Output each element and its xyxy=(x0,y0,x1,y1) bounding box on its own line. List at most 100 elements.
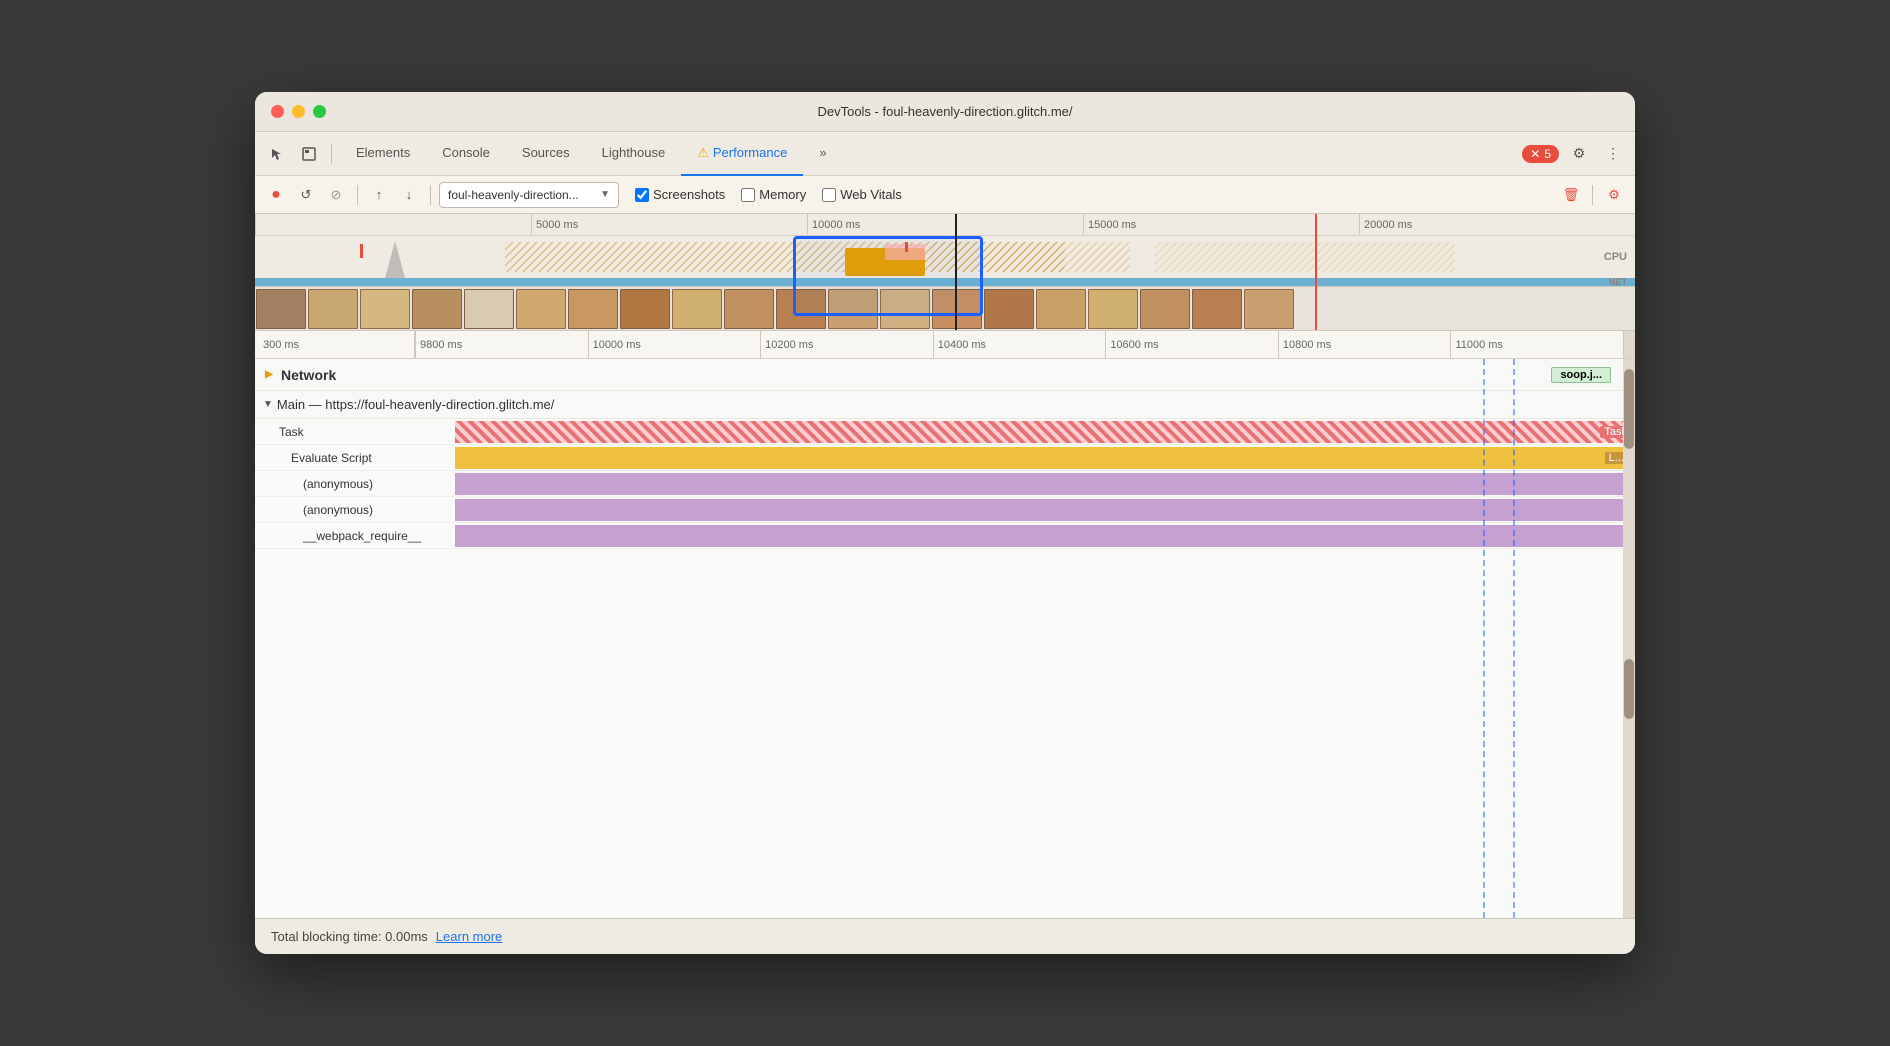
network-label: Network xyxy=(281,367,336,383)
tab-elements[interactable]: Elements xyxy=(340,132,426,176)
gear-icon[interactable]: ⚙ xyxy=(1601,182,1627,208)
download-button[interactable]: ↓ xyxy=(396,182,422,208)
toolbar-right: ✕ 5 ⚙ ⋮ xyxy=(1522,140,1627,168)
web-vitals-checkbox[interactable]: Web Vitals xyxy=(822,187,902,202)
screenshot-thumb xyxy=(1088,289,1138,329)
timeline-overview: 5000 ms 10000 ms 15000 ms 20000 ms CPU xyxy=(255,214,1635,331)
screenshot-thumb xyxy=(1244,289,1294,329)
net-bar: NET xyxy=(255,278,1635,286)
upload-button[interactable]: ↑ xyxy=(366,182,392,208)
flame-chart: ▶ Network soop.j... ▼ Main — https://fou… xyxy=(255,359,1635,918)
flame-row-anon1: (anonymous) xyxy=(255,471,1635,497)
scrollbar-thumb2[interactable] xyxy=(1624,659,1634,719)
tab-lighthouse[interactable]: Lighthouse xyxy=(586,132,682,176)
screenshot-strip xyxy=(255,286,1635,330)
dropdown-icon: ▼ xyxy=(600,189,610,200)
screenshot-thumb xyxy=(620,289,670,329)
maximize-button[interactable] xyxy=(313,105,326,118)
divider2 xyxy=(357,185,358,205)
url-selector[interactable]: foul-heavenly-direction... ▼ xyxy=(439,182,619,208)
anon2-label: (anonymous) xyxy=(255,503,455,517)
tab-sources[interactable]: Sources xyxy=(506,132,586,176)
scrollbar-area[interactable] xyxy=(1623,331,1635,358)
network-badge: soop.j... xyxy=(1551,367,1611,383)
tab-console[interactable]: Console xyxy=(426,132,506,176)
reload-button[interactable]: ↺ xyxy=(293,182,319,208)
screenshot-thumb xyxy=(568,289,618,329)
task-label: Task xyxy=(255,425,455,439)
webpack-label: __webpack_require__ xyxy=(255,529,455,543)
main-toggle-icon[interactable]: ▼ xyxy=(263,399,273,410)
detail-mark-4: 10600 ms xyxy=(1105,331,1278,358)
screenshot-thumb xyxy=(984,289,1034,329)
settings-button[interactable]: ⚙ xyxy=(1565,140,1593,168)
cpu-chart xyxy=(255,236,1635,278)
anon2-bar[interactable] xyxy=(455,499,1635,521)
devtools-window: DevTools - foul-heavenly-direction.glitc… xyxy=(255,92,1635,954)
detail-mark-5: 10800 ms xyxy=(1278,331,1451,358)
detail-ruler: 300 ms 9800 ms 10000 ms 10200 ms 10400 m… xyxy=(255,331,1635,359)
screenshot-thumb xyxy=(724,289,774,329)
screenshot-thumb xyxy=(932,289,982,329)
detail-mark-6: 11000 ms xyxy=(1450,331,1623,358)
evaluate-label: Evaluate Script xyxy=(255,451,455,465)
minimize-button[interactable] xyxy=(292,105,305,118)
timeline-ruler: 5000 ms 10000 ms 15000 ms 20000 ms xyxy=(255,214,1635,236)
flame-row-webpack: __webpack_require__ xyxy=(255,523,1635,549)
detail-mark-2: 10200 ms xyxy=(760,331,933,358)
screenshot-thumb xyxy=(464,289,514,329)
tab-performance[interactable]: ⚠ Performance xyxy=(681,132,803,176)
screenshots-checkbox[interactable]: Screenshots xyxy=(635,187,725,202)
task-bar[interactable]: Task xyxy=(455,421,1635,443)
screenshot-thumb xyxy=(412,289,462,329)
ruler-mark-1: 5000 ms xyxy=(536,219,578,231)
close-circle-icon: ✕ xyxy=(1530,147,1540,161)
detail-start-mark: 300 ms xyxy=(255,331,415,358)
main-content: 5000 ms 10000 ms 15000 ms 20000 ms CPU xyxy=(255,214,1635,954)
flame-row-task: Task Task xyxy=(255,419,1635,445)
tab-bar: Elements Console Sources Lighthouse ⚠ Pe… xyxy=(340,132,1518,176)
screenshot-thumb xyxy=(256,289,306,329)
performance-toolbar: ● ↺ ⊘ ↑ ↓ foul-heavenly-direction... ▼ S… xyxy=(255,176,1635,214)
trash-icon[interactable]: 🗑 xyxy=(1558,182,1584,208)
detail-mark-0: 9800 ms xyxy=(415,331,588,358)
ruler-mark-4: 20000 ms xyxy=(1364,219,1412,231)
network-toggle-icon[interactable]: ▶ xyxy=(263,369,275,381)
record-button[interactable]: ● xyxy=(263,182,289,208)
divider4 xyxy=(1592,185,1593,205)
ruler-mark-2: 10000 ms xyxy=(812,219,860,231)
titlebar: DevTools - foul-heavenly-direction.glitc… xyxy=(255,92,1635,132)
window-title: DevTools - foul-heavenly-direction.glitc… xyxy=(817,104,1072,119)
action-right: 🗑 ⚙ xyxy=(1558,182,1627,208)
screenshot-thumb xyxy=(672,289,722,329)
blocking-time-label: Total blocking time: 0.00ms xyxy=(271,929,428,944)
evaluate-bar[interactable]: L...t xyxy=(455,447,1635,469)
dashed-line-1 xyxy=(1483,359,1485,918)
cursor-icon[interactable] xyxy=(263,140,291,168)
stop-button[interactable]: ⊘ xyxy=(323,182,349,208)
memory-checkbox[interactable]: Memory xyxy=(741,187,806,202)
close-button[interactable] xyxy=(271,105,284,118)
flame-row-anon2: (anonymous) xyxy=(255,497,1635,523)
warning-icon: ⚠ xyxy=(697,145,709,161)
inspect-icon[interactable] xyxy=(295,140,323,168)
ruler-mark-3: 15000 ms xyxy=(1088,219,1136,231)
tab-more[interactable]: » xyxy=(803,132,842,176)
webpack-bar[interactable] xyxy=(455,525,1635,547)
divider3 xyxy=(430,185,431,205)
more-options-button[interactable]: ⋮ xyxy=(1599,140,1627,168)
screenshot-thumb xyxy=(1192,289,1242,329)
main-thread-row: ▼ Main — https://foul-heavenly-direction… xyxy=(255,391,1635,419)
dashed-line-2 xyxy=(1513,359,1515,918)
flame-row-evaluate: Evaluate Script L...t xyxy=(255,445,1635,471)
network-row: ▶ Network soop.j... xyxy=(255,359,1635,391)
vertical-scrollbar[interactable] xyxy=(1623,359,1635,918)
anon1-bar[interactable] xyxy=(455,473,1635,495)
screenshot-thumb xyxy=(1140,289,1190,329)
screenshot-thumb xyxy=(880,289,930,329)
net-label: NET xyxy=(1609,277,1627,287)
screenshot-thumb xyxy=(308,289,358,329)
error-badge[interactable]: ✕ 5 xyxy=(1522,145,1559,163)
learn-more-link[interactable]: Learn more xyxy=(436,929,502,944)
scrollbar-thumb[interactable] xyxy=(1624,369,1634,449)
